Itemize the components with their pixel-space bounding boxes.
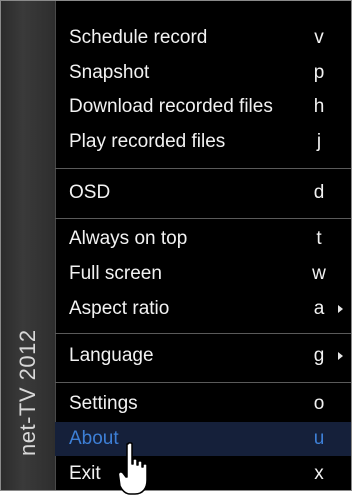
- menu-item-shortcut: g: [313, 345, 325, 366]
- menu-item-language[interactable]: Language g: [55, 339, 351, 373]
- menu-separator: [55, 333, 351, 334]
- menu-item-schedule-record[interactable]: Schedule record v: [55, 21, 351, 55]
- menu-item-shortcut: v: [314, 27, 324, 48]
- sidebar-title: net-TV 2012: [15, 329, 40, 456]
- menu-item-full-screen[interactable]: Full screen w: [55, 257, 351, 291]
- menu-item-label: Full screen: [69, 263, 162, 284]
- menu-item-play-recorded-files[interactable]: Play recorded files j: [55, 125, 351, 159]
- menu-item-shortcut: t: [316, 228, 322, 249]
- menu-item-shortcut: h: [313, 96, 325, 117]
- menu-item-shortcut: d: [313, 182, 325, 203]
- menu-item-osd[interactable]: OSD d: [55, 176, 351, 210]
- menu-item-label: About: [69, 428, 119, 449]
- menu-separator: [55, 218, 351, 219]
- menu-item-label: Snapshot: [69, 62, 150, 83]
- submenu-arrow-icon: [338, 352, 343, 360]
- context-menu: net-TV 2012 Schedule record v Snapshot p…: [0, 0, 352, 491]
- menu-item-label: Settings: [69, 393, 138, 414]
- menu-item-shortcut: x: [314, 463, 324, 484]
- hand-pointer-icon: [118, 442, 148, 495]
- menu-item-label: Aspect ratio: [69, 298, 170, 319]
- menu-item-shortcut: a: [313, 298, 325, 319]
- menu-item-shortcut: j: [316, 131, 322, 152]
- submenu-arrow-icon: [338, 305, 343, 313]
- menu-item-label: Always on top: [69, 228, 188, 249]
- menu-item-about[interactable]: About u: [55, 422, 351, 456]
- menu-item-label: Play recorded files: [69, 131, 226, 152]
- menu-item-label: Schedule record: [69, 27, 208, 48]
- menu-item-label: Exit: [69, 463, 101, 484]
- menu-item-download-recorded-files[interactable]: Download recorded files h: [55, 90, 351, 124]
- menu-item-exit[interactable]: Exit x: [55, 457, 351, 491]
- menu-item-shortcut: w: [312, 263, 326, 284]
- menu-item-label: Download recorded files: [69, 96, 273, 117]
- menu-item-label: OSD: [69, 182, 111, 203]
- menu-item-aspect-ratio[interactable]: Aspect ratio a: [55, 292, 351, 326]
- menu-separator: [55, 382, 351, 383]
- menu-item-shortcut: p: [313, 62, 325, 83]
- menu-item-shortcut: u: [313, 428, 325, 449]
- menu-item-label: Language: [69, 345, 154, 366]
- sidebar-strip: net-TV 2012: [1, 1, 56, 490]
- menu-item-always-on-top[interactable]: Always on top t: [55, 222, 351, 256]
- menu-item-settings[interactable]: Settings o: [55, 387, 351, 421]
- menu-item-snapshot[interactable]: Snapshot p: [55, 56, 351, 90]
- menu-item-shortcut: o: [313, 393, 325, 414]
- menu-separator: [55, 168, 351, 169]
